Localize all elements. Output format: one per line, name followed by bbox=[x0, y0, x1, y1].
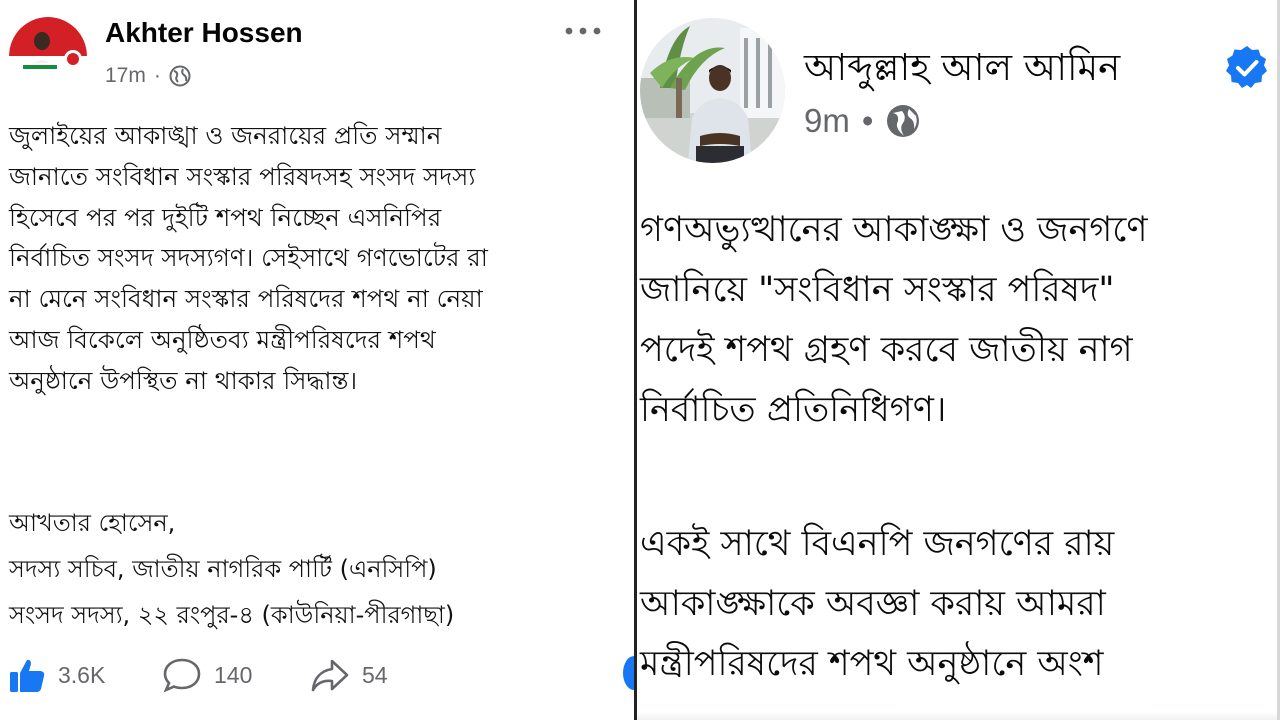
post-timestamp[interactable]: 17m bbox=[105, 64, 146, 88]
comment-button[interactable]: 140 bbox=[162, 652, 252, 698]
post-text-line: জুলাইয়ের আকাঙ্খা ও জনরায়ের প্রতি সম্মা… bbox=[9, 121, 442, 150]
post-meta: 17m · bbox=[105, 64, 191, 88]
post-text-line: নির্বাচিত সংসদ সদস্যগণ। সেইসাথে গণভোটের … bbox=[9, 243, 488, 273]
comment-icon bbox=[163, 658, 201, 693]
avatar[interactable] bbox=[9, 17, 87, 95]
post-text-line: গণঅভ্যুত্থানের আকাঙ্ক্ষা ও জনগণে bbox=[640, 210, 1148, 250]
share-count: 54 bbox=[362, 661, 388, 688]
verified-badge-icon bbox=[1226, 46, 1267, 88]
post-author-name[interactable]: Akhter Hossen bbox=[105, 17, 303, 49]
screenshot-composite: Akhter Hossen 17m · জুলাইয়ের আকাঙ্খা ও … bbox=[0, 0, 1280, 720]
meta-separator: · bbox=[153, 64, 161, 87]
post-text-line: আকাঙ্ক্ষাকে অবজ্ঞা করায় আমরা bbox=[640, 584, 1106, 624]
post-text-line: নির্বাচিত প্রতিনিধিগণ। bbox=[640, 390, 947, 430]
signature-line: আখতার হোসেন, bbox=[9, 509, 176, 537]
post-text-line: না মেনে সংবিধান সংস্কার পরিষদের শপথ না ন… bbox=[9, 284, 483, 314]
reaction-bar: 3.6K 140 54 bbox=[8, 652, 634, 698]
thumbs-up-icon bbox=[10, 659, 45, 692]
post-timestamp[interactable]: 9m bbox=[804, 102, 850, 140]
avatar-image bbox=[640, 18, 785, 163]
post-text-line: হিসেবে পর পর দুইটি শপথ নিচ্ছেন এসনিপির bbox=[9, 202, 442, 232]
globe-icon bbox=[887, 105, 920, 137]
share-button[interactable]: 54 bbox=[310, 652, 388, 698]
avatar[interactable] bbox=[640, 18, 785, 163]
more-options-icon[interactable] bbox=[560, 16, 610, 46]
post-signature: আখতার হোসেন, সদস্য সচিব, জাতীয় নাগরিক প… bbox=[9, 500, 454, 638]
post-text-line: আজ বিকেলে অনুষ্ঠিতব্য মন্ত্রীপরিষদের শপথ bbox=[9, 324, 436, 354]
post-text: জুলাইয়ের আকাঙ্খা ও জনরায়ের প্রতি সম্মা… bbox=[9, 116, 634, 402]
left-facebook-post: Akhter Hossen 17m · জুলাইয়ের আকাঙ্খা ও … bbox=[0, 0, 634, 720]
like-count: 3.6K bbox=[58, 661, 106, 688]
post-text-line: একই সাথে বিএনপি জনগণের রায় bbox=[640, 524, 1115, 564]
globe-icon bbox=[169, 65, 191, 87]
share-icon bbox=[311, 659, 349, 692]
meta-separator: • bbox=[861, 102, 874, 139]
post-text: গণঅভ্যুত্থানের আকাঙ্ক্ষা ও জনগণে জানিয়ে… bbox=[640, 200, 1277, 694]
bottom-edge bbox=[637, 712, 1277, 720]
post-text-line: অনুষ্ঠানে উপস্থিত না থাকার সিদ্ধান্ত। bbox=[9, 365, 358, 395]
signature-line: সংসদ সদস্য, ২২ রংপুর-৪ (কাউনিয়া-পীরগাছা… bbox=[9, 601, 455, 629]
right-facebook-post: আব্দুল্লাহ আল আমিন 9m • গণঅভ্যুত্থানের আ… bbox=[637, 0, 1277, 720]
post-text-line: পদেই শপথ গ্রহণ করবে জাতীয় নাগ bbox=[640, 330, 1133, 370]
signature-line: সদস্য সচিব, জাতীয় নাগরিক পার্টি (এনসিপি… bbox=[9, 555, 437, 583]
avatar-image bbox=[9, 17, 87, 95]
comment-count: 140 bbox=[214, 661, 253, 688]
post-text-line: জানিয়ে "সংবিধান সংস্কার পরিষদ" bbox=[640, 270, 1115, 310]
post-text-line: জানাতে সংবিধান সংস্কার পরিষদসহ সংসদ সদস্… bbox=[9, 161, 476, 191]
post-author-name[interactable]: আব্দুল্লাহ আল আমিন bbox=[804, 38, 1120, 101]
post-meta: 9m • bbox=[804, 102, 921, 140]
like-button[interactable]: 3.6K bbox=[8, 652, 105, 698]
post-text-line: মন্ত্রীপরিষদের শপথ অনুষ্ঠানে অংশ bbox=[640, 644, 1104, 684]
